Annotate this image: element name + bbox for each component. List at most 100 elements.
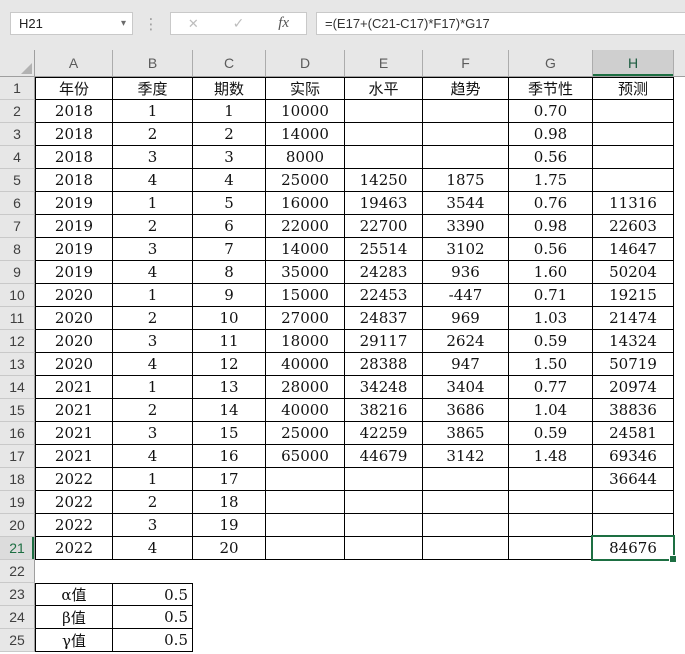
cell-F7[interactable]: 3390 [423,215,509,238]
cell-D14[interactable]: 28000 [266,376,345,399]
cell-B19[interactable]: 2 [113,491,193,514]
row-header-18[interactable]: 18 [0,468,35,491]
cell-E3[interactable] [345,123,423,146]
cell-A3[interactable]: 2018 [35,123,113,146]
cell-F4[interactable] [423,146,509,169]
cell-C24[interactable] [193,606,266,629]
cell-D17[interactable]: 65000 [266,445,345,468]
row-header-19[interactable]: 19 [0,491,35,514]
cell-C7[interactable]: 6 [193,215,266,238]
cell-A14[interactable]: 2021 [35,376,113,399]
cell-D6[interactable]: 16000 [266,192,345,215]
cell-A6[interactable]: 2019 [35,192,113,215]
cell-E13[interactable]: 28388 [345,353,423,376]
cell-H2[interactable] [593,100,674,123]
cell-H8[interactable]: 14647 [593,238,674,261]
cell-H22[interactable] [593,560,674,583]
column-header-E[interactable]: E [345,50,423,77]
cell-B7[interactable]: 2 [113,215,193,238]
cell-G25[interactable] [509,629,593,652]
cell-B17[interactable]: 4 [113,445,193,468]
cell-F25[interactable] [423,629,509,652]
cell-D4[interactable]: 8000 [266,146,345,169]
row-header-14[interactable]: 14 [0,376,35,399]
cell-C9[interactable]: 8 [193,261,266,284]
cell-F19[interactable] [423,491,509,514]
cell-G8[interactable]: 0.56 [509,238,593,261]
cell-H3[interactable] [593,123,674,146]
cell-A22[interactable] [35,560,113,583]
cell-D24[interactable] [266,606,345,629]
cell-D21[interactable] [266,537,345,560]
cell-B21[interactable]: 4 [113,537,193,560]
cell-G23[interactable] [509,583,593,606]
cell-A5[interactable]: 2018 [35,169,113,192]
cell-C5[interactable]: 4 [193,169,266,192]
row-header-22[interactable]: 22 [0,560,35,583]
cell-E7[interactable]: 22700 [345,215,423,238]
cell-B22[interactable] [113,560,193,583]
cell-D7[interactable]: 22000 [266,215,345,238]
cell-E24[interactable] [345,606,423,629]
cell-G6[interactable]: 0.76 [509,192,593,215]
cell-F1[interactable]: 趋势 [423,77,509,100]
cell-D18[interactable] [266,468,345,491]
cell-F11[interactable]: 969 [423,307,509,330]
cancel-icon[interactable]: ✕ [188,16,199,32]
select-all-corner[interactable] [0,50,35,77]
cell-B10[interactable]: 1 [113,284,193,307]
cell-A17[interactable]: 2021 [35,445,113,468]
cell-G19[interactable] [509,491,593,514]
cell-D20[interactable] [266,514,345,537]
cell-C25[interactable] [193,629,266,652]
cell-G1[interactable]: 季节性 [509,77,593,100]
name-box[interactable]: H21 ▾ [10,12,133,35]
cell-G17[interactable]: 1.48 [509,445,593,468]
cell-H14[interactable]: 20974 [593,376,674,399]
cell-D11[interactable]: 27000 [266,307,345,330]
cell-G18[interactable] [509,468,593,491]
cell-B9[interactable]: 4 [113,261,193,284]
cell-E11[interactable]: 24837 [345,307,423,330]
cell-G7[interactable]: 0.98 [509,215,593,238]
row-header-8[interactable]: 8 [0,238,35,261]
row-header-11[interactable]: 11 [0,307,35,330]
cell-C11[interactable]: 10 [193,307,266,330]
cell-D5[interactable]: 25000 [266,169,345,192]
cell-G2[interactable]: 0.70 [509,100,593,123]
cell-E12[interactable]: 29117 [345,330,423,353]
cell-D16[interactable]: 25000 [266,422,345,445]
cell-B8[interactable]: 3 [113,238,193,261]
cell-H19[interactable] [593,491,674,514]
cell-G5[interactable]: 1.75 [509,169,593,192]
cell-H6[interactable]: 11316 [593,192,674,215]
row-header-16[interactable]: 16 [0,422,35,445]
row-header-17[interactable]: 17 [0,445,35,468]
row-header-3[interactable]: 3 [0,123,35,146]
cell-E14[interactable]: 34248 [345,376,423,399]
cell-H11[interactable]: 21474 [593,307,674,330]
cell-F5[interactable]: 1875 [423,169,509,192]
cell-E15[interactable]: 38216 [345,399,423,422]
cell-H9[interactable]: 50204 [593,261,674,284]
cell-C3[interactable]: 2 [193,123,266,146]
row-header-9[interactable]: 9 [0,261,35,284]
cell-B2[interactable]: 1 [113,100,193,123]
cell-B20[interactable]: 3 [113,514,193,537]
cell-E6[interactable]: 19463 [345,192,423,215]
cell-A16[interactable]: 2021 [35,422,113,445]
cell-F8[interactable]: 3102 [423,238,509,261]
cell-D8[interactable]: 14000 [266,238,345,261]
cell-C4[interactable]: 3 [193,146,266,169]
cell-C2[interactable]: 1 [193,100,266,123]
column-header-H[interactable]: H [593,50,674,77]
cell-D1[interactable]: 实际 [266,77,345,100]
cell-G15[interactable]: 1.04 [509,399,593,422]
row-header-7[interactable]: 7 [0,215,35,238]
cell-E16[interactable]: 42259 [345,422,423,445]
column-header-G[interactable]: G [509,50,593,77]
cell-C1[interactable]: 期数 [193,77,266,100]
row-header-12[interactable]: 12 [0,330,35,353]
cell-B13[interactable]: 4 [113,353,193,376]
cell-A15[interactable]: 2021 [35,399,113,422]
